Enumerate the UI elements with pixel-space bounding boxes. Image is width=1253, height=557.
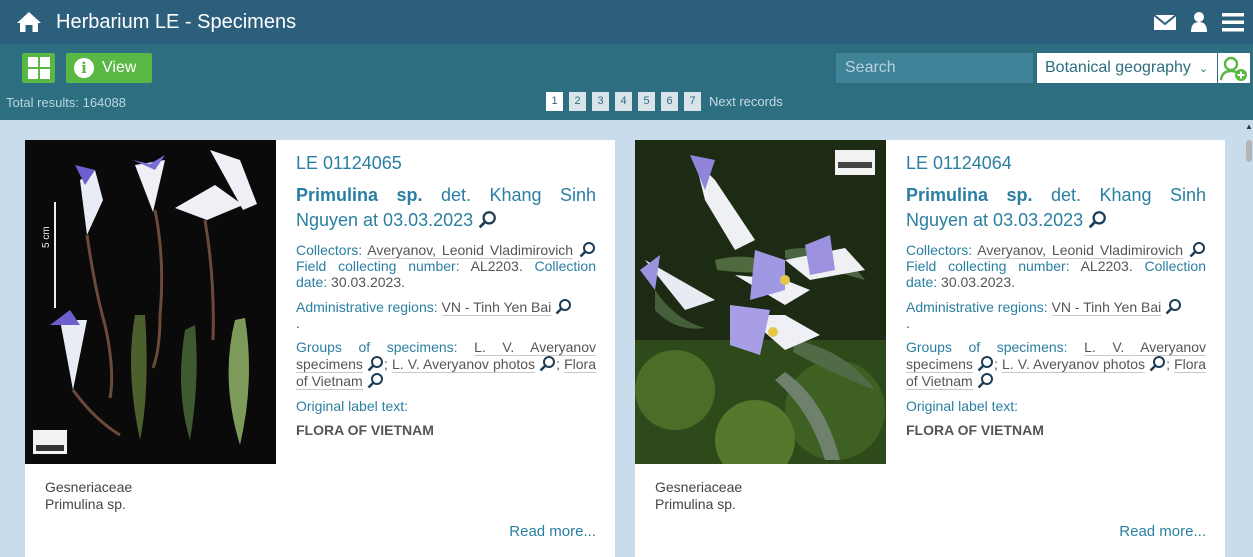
taxon-caption: Primulina sp. <box>655 496 736 512</box>
collectors-field: Collectors: Averyanov, Leonid Vladimirov… <box>296 241 596 290</box>
admin-regions-field: Administrative regions: VN - Tinh Yen Ba… <box>296 298 596 331</box>
magnifier-icon[interactable] <box>579 241 596 258</box>
app-title: Herbarium LE - Specimens <box>56 11 297 33</box>
specimen-caption: Gesneriaceae Primulina sp. <box>655 479 742 513</box>
read-more-link[interactable]: Read more... <box>1119 523 1206 540</box>
specimen-photo[interactable] <box>635 140 886 464</box>
page-link[interactable]: 2 <box>569 92 586 111</box>
specimen-card: Gesneriaceae Primulina sp. LE 01124064 P… <box>635 140 1225 557</box>
user-icon[interactable] <box>1187 10 1211 34</box>
magnifier-icon[interactable] <box>478 210 497 229</box>
toolbar: i View Botanical geography ⌄ Total resul… <box>0 44 1253 120</box>
total-results: Total results: 164088 <box>6 95 126 110</box>
menu-icon[interactable] <box>1221 10 1245 34</box>
grid-icon <box>28 57 38 67</box>
admin-end: . <box>296 315 300 331</box>
admin-region-link[interactable]: VN - Tinh Yen Bai <box>1051 299 1162 316</box>
page-link[interactable]: 7 <box>684 92 701 111</box>
magnifier-icon[interactable] <box>1165 298 1182 315</box>
header-icons <box>1153 10 1245 34</box>
top-header: Herbarium LE - Specimens <box>0 0 1253 44</box>
original-label-heading: Original label text: <box>906 398 1019 414</box>
specimen-info: LE 01124064 Primulina sp. det. Khang Sin… <box>906 152 1207 438</box>
magnifier-icon[interactable] <box>1088 210 1107 229</box>
catalog-number-link[interactable]: LE 01124064 <box>906 152 1206 174</box>
groups-field: Groups of specimens: L. V. Averyanov spe… <box>296 339 597 390</box>
page-link[interactable]: 5 <box>638 92 655 111</box>
magnifier-icon[interactable] <box>1149 355 1166 372</box>
taxon-name: Primulina sp. <box>906 185 1033 205</box>
botanical-geography-select[interactable]: Botanical geography ⌄ <box>1037 53 1217 83</box>
field-number-label: Field collecting number: <box>906 258 1070 274</box>
collectors-link[interactable]: Averyanov, Leonid Vladimirovich <box>367 242 574 259</box>
taxon-caption: Primulina sp. <box>45 496 126 512</box>
page-link[interactable]: 1 <box>546 92 563 111</box>
page-link[interactable]: 6 <box>661 92 678 111</box>
family-name: Gesneriaceae <box>655 479 743 495</box>
page-link[interactable]: 3 <box>592 92 609 111</box>
taxon-name: Primulina sp. <box>296 185 423 205</box>
family-name: Gesneriaceae <box>45 479 133 495</box>
mail-icon[interactable] <box>1153 10 1177 34</box>
group-link[interactable]: L. V. Averyanov photos <box>392 356 536 373</box>
original-label-heading: Original label text: <box>296 398 409 414</box>
field-number-value: AL2203. <box>470 258 523 274</box>
group-link[interactable]: L. V. Averyanov photos <box>1002 356 1146 373</box>
determination: Primulina sp. det. Khang Sinh Nguyen at … <box>906 183 1206 233</box>
admin-regions-field: Administrative regions: VN - Tinh Yen Ba… <box>906 298 1206 331</box>
original-label-text: FLORA OF VIETNAM <box>906 422 1044 438</box>
field-number-label: Field collecting number: <box>296 258 460 274</box>
admin-region-link[interactable]: VN - Tinh Yen Bai <box>441 299 552 316</box>
collectors-field: Collectors: Averyanov, Leonid Vladimirov… <box>906 241 1206 290</box>
magnifier-icon[interactable] <box>1189 241 1206 258</box>
magnifier-icon[interactable] <box>367 355 384 372</box>
view-button-label: View <box>102 59 137 76</box>
magnifier-icon[interactable] <box>367 372 384 389</box>
scrollbar-thumb[interactable] <box>1246 140 1252 162</box>
magnifier-icon[interactable] <box>977 355 994 372</box>
determination: Primulina sp. det. Khang Sinh Nguyen at … <box>296 183 596 233</box>
pagination: 1 2 3 4 5 6 7 Next records <box>546 92 783 111</box>
user-add-icon <box>1219 56 1247 81</box>
catalog-number-link[interactable]: LE 01124065 <box>296 152 596 174</box>
original-label-text: FLORA OF VIETNAM <box>296 422 434 438</box>
admin-regions-label: Administrative regions: <box>296 299 438 315</box>
search-input[interactable] <box>836 53 1033 83</box>
field-number-value: AL2203. <box>1080 258 1133 274</box>
next-records-link[interactable]: Next records <box>709 94 783 109</box>
grid-view-button[interactable] <box>22 53 55 83</box>
admin-regions-label: Administrative regions: <box>906 299 1048 315</box>
info-icon: i <box>74 58 94 78</box>
scroll-up-arrow-icon[interactable]: ▲ <box>1245 122 1253 132</box>
select-value: Botanical geography <box>1045 59 1191 76</box>
home-icon[interactable] <box>16 11 42 33</box>
specimen-photo[interactable]: 5 cm <box>25 140 276 464</box>
groups-label: Groups of specimens: <box>906 339 1068 355</box>
read-more-link[interactable]: Read more... <box>509 523 596 540</box>
view-button[interactable]: i View <box>66 53 152 83</box>
admin-end: . <box>906 315 910 331</box>
magnifier-icon[interactable] <box>539 355 556 372</box>
page-link[interactable]: 4 <box>615 92 632 111</box>
collectors-label: Collectors: <box>296 242 363 258</box>
chevron-down-icon: ⌄ <box>1198 62 1209 75</box>
groups-label: Groups of specimens: <box>296 339 458 355</box>
specimen-info: LE 01124065 Primulina sp. det. Khang Sin… <box>296 152 597 438</box>
specimen-caption: Gesneriaceae Primulina sp. <box>45 479 132 513</box>
magnifier-icon[interactable] <box>555 298 572 315</box>
magnifier-icon[interactable] <box>977 372 994 389</box>
specimen-card: 5 cm Gesneriaceae Primulina sp. LE 01124… <box>25 140 615 557</box>
scale-label: 5 cm <box>41 226 52 248</box>
groups-field: Groups of specimens: L. V. Averyanov spe… <box>906 339 1207 390</box>
collectors-link[interactable]: Averyanov, Leonid Vladimirovich <box>977 242 1184 259</box>
collection-date-value: 30.03.2023. <box>941 274 1015 290</box>
collectors-label: Collectors: <box>906 242 973 258</box>
add-user-button[interactable] <box>1218 53 1250 83</box>
collection-date-value: 30.03.2023. <box>331 274 405 290</box>
